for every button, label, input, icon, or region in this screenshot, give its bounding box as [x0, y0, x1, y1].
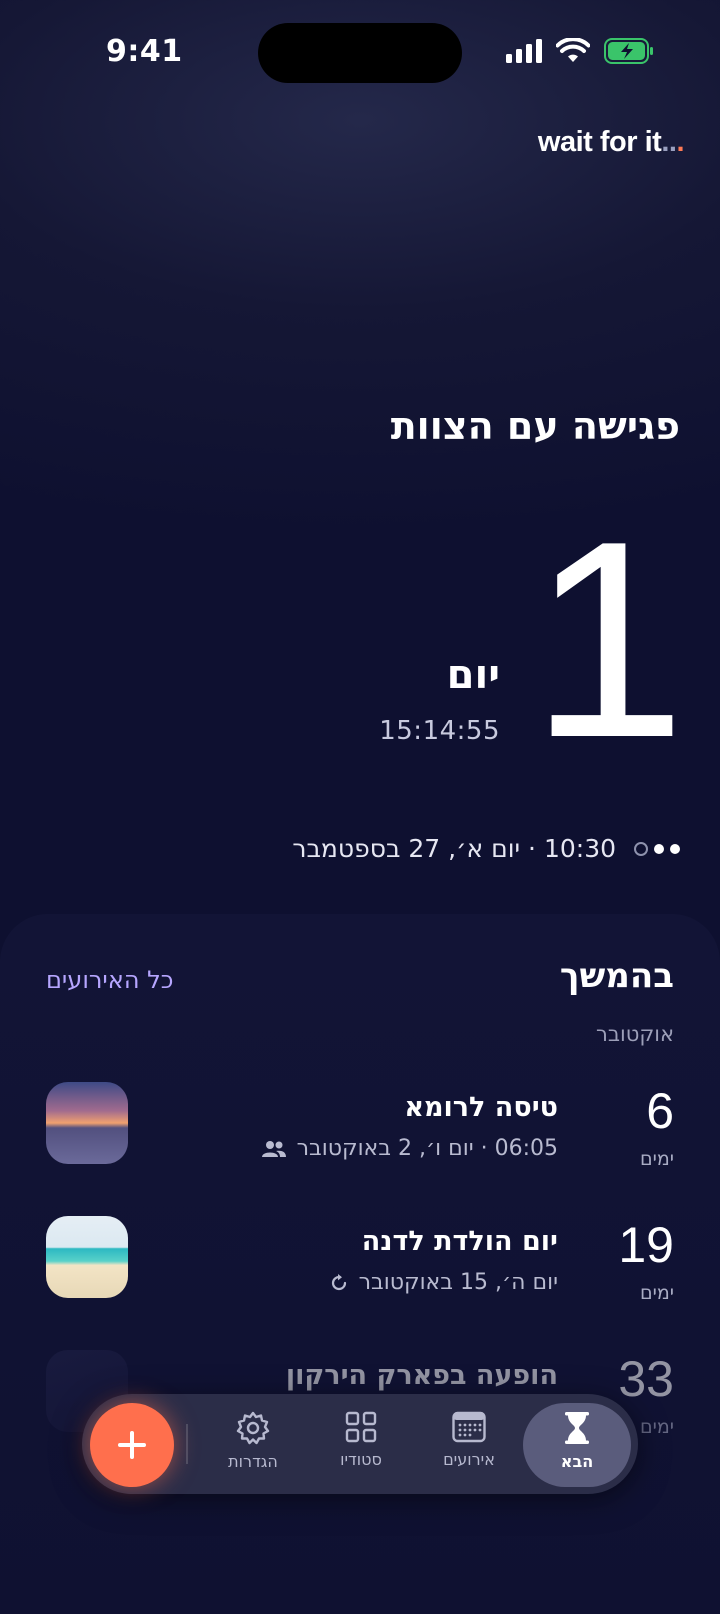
days-count: 19 [618, 1217, 674, 1273]
add-event-button[interactable] [90, 1403, 174, 1487]
gear-icon [236, 1411, 270, 1445]
plus-icon [118, 1431, 146, 1459]
countdown-unit: יום [446, 652, 500, 698]
calendar-icon [452, 1411, 486, 1443]
tab-divider [186, 1424, 188, 1464]
event-title: יום הולדת לדנה [361, 1226, 558, 1257]
all-events-link[interactable]: כל האירועים [46, 966, 173, 994]
app-logo: wait for it... [537, 126, 685, 158]
tab-label: אירועים [443, 1450, 495, 1469]
event-thumbnail [46, 1082, 128, 1164]
tab-next[interactable]: הבא [529, 1410, 625, 1482]
wifi-icon [556, 38, 590, 62]
event-meta: יום ה׳, 15 באוקטובר [329, 1270, 558, 1295]
battery-charging-icon [604, 38, 653, 64]
days-count: 33 [618, 1351, 674, 1407]
month-header: אוקטובר [596, 1022, 674, 1046]
status-time: 9:41 [106, 34, 183, 69]
grid-icon [345, 1411, 377, 1443]
list-item[interactable]: 19 ימים יום הולדת לדנה יום ה׳, 15 באוקטו… [0, 1216, 720, 1326]
repeat-icon [331, 1273, 346, 1290]
page-dot [634, 841, 648, 856]
tab-label: הגדרות [228, 1452, 278, 1471]
event-meta-text: 06:05 · יום ו׳, 2 באוקטובר [296, 1136, 558, 1161]
event-title: טיסה לרומא [404, 1092, 558, 1123]
event-title: הופעה בפארק הירקון [285, 1360, 558, 1391]
section-title: בהמשך [559, 956, 674, 996]
tab-label: סטודיו [340, 1450, 382, 1469]
tab-events[interactable]: אירועים [421, 1410, 517, 1482]
list-item[interactable]: 6 ימים טיסה לרומא 06:05 · יום ו׳, 2 באוק… [0, 1082, 720, 1192]
days-count: 6 [646, 1083, 674, 1139]
page-indicator[interactable] [634, 841, 680, 856]
page-dot [654, 843, 664, 854]
countdown-clock: 15:14:55 [379, 716, 500, 746]
signal-icon [506, 39, 542, 63]
page-dot [670, 843, 680, 854]
days-unit: ימים [639, 1148, 674, 1170]
event-date: 10:30 · יום א׳, 27 בספטמבר [292, 834, 616, 863]
days-unit: ימים [639, 1282, 674, 1304]
hourglass-icon [565, 1412, 589, 1444]
event-meta: 06:05 · יום ו׳, 2 באוקטובר [261, 1136, 558, 1161]
status-icons [506, 38, 654, 64]
event-thumbnail [46, 1216, 128, 1298]
event-date-row: 10:30 · יום א׳, 27 בספטמבר [292, 834, 680, 863]
dynamic-island [258, 23, 462, 83]
event-meta-text: יום ה׳, 15 באוקטובר [358, 1270, 558, 1295]
people-icon [261, 1140, 286, 1157]
tab-studio[interactable]: סטודיו [313, 1410, 409, 1482]
tab-settings[interactable]: הגדרות [205, 1410, 301, 1482]
countdown-number: 1 [530, 484, 686, 796]
tab-label: הבא [560, 1452, 594, 1471]
days-unit: ימים [639, 1416, 674, 1438]
event-title: פגישה עם הצוות [390, 404, 680, 448]
